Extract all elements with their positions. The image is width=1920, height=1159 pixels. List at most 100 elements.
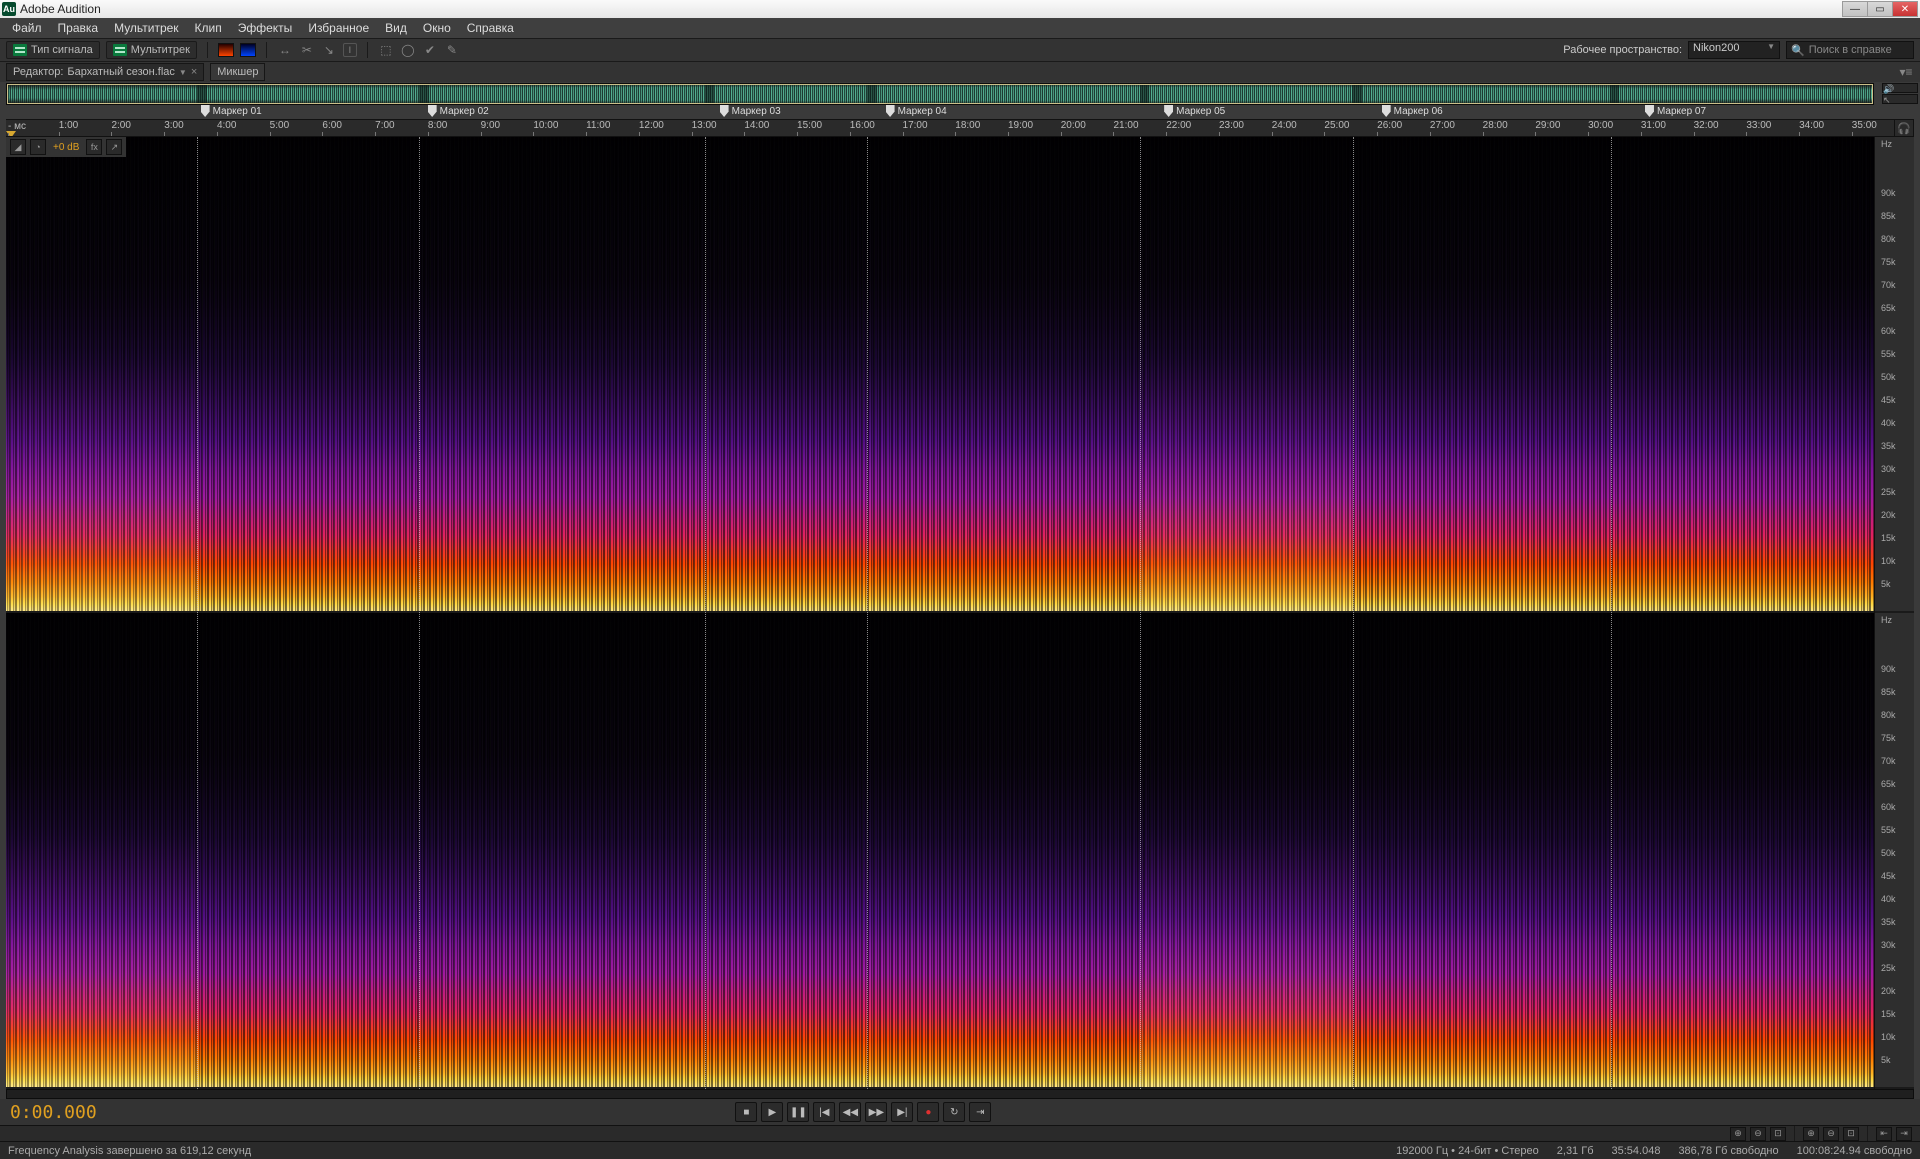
move-tool-icon[interactable]: ↔ — [277, 42, 293, 58]
lasso-selection-tool-icon[interactable]: ◯ — [400, 42, 416, 58]
spot-healing-brush-tool-icon[interactable]: ✎ — [444, 42, 460, 58]
menu-help[interactable]: Справка — [459, 19, 522, 37]
app-icon: Au — [2, 2, 16, 16]
menu-view[interactable]: Вид — [377, 19, 415, 37]
loop-button[interactable]: ↻ — [943, 1102, 965, 1122]
marker-icon — [720, 105, 729, 117]
time-tick: 22:00 — [1166, 120, 1191, 131]
overview-side-buttons: 🔊 ↖ — [1880, 82, 1920, 105]
mixer-tab-label: Микшер — [217, 66, 258, 78]
fast-forward-button[interactable]: ▶▶ — [865, 1102, 887, 1122]
spectrogram-channel-right[interactable] — [6, 613, 1874, 1089]
view-multitrack-button[interactable]: Мультитрек — [106, 41, 197, 59]
time-tick: 23:00 — [1219, 120, 1244, 131]
marker[interactable]: Маркер 01 — [201, 105, 262, 117]
spectral-frequency-display-button[interactable] — [218, 43, 234, 57]
volume-readout[interactable]: +0 dB — [50, 142, 82, 153]
amplitude-stats-button[interactable]: ◢ — [10, 139, 26, 155]
time-tick: 33:00 — [1746, 120, 1771, 131]
panel-menu-icon[interactable]: ▾≡ — [1898, 64, 1914, 80]
marker[interactable]: Маркер 04 — [886, 105, 947, 117]
time-tick: 12:00 — [639, 120, 664, 131]
timecode-display[interactable]: 0:00.000 — [0, 1102, 107, 1123]
time-tick: 27:00 — [1430, 120, 1455, 131]
time-tick: 11:00 — [586, 120, 610, 131]
fx-button[interactable]: fx — [86, 139, 102, 155]
channel-headphones-button[interactable]: 🎧 — [1894, 119, 1914, 137]
spectral-pitch-display-button[interactable] — [240, 43, 256, 57]
marker[interactable]: Маркер 02 — [428, 105, 489, 117]
time-ruler[interactable]: - мс 1:002:003:004:005:006:007:008:009:0… — [6, 119, 1894, 137]
pause-button[interactable]: ❚❚ — [787, 1102, 809, 1122]
time-tick: 3:00 — [164, 120, 183, 131]
overview-pointer-icon[interactable]: ↖ — [1882, 94, 1918, 104]
toolbar: Тип сигнала Мультитрек ↔ ✂ ↘ I ⬚ ◯ ✔ ✎ Р… — [0, 38, 1920, 62]
zoom-in-time-button[interactable]: ⊕ — [1730, 1127, 1746, 1141]
frequency-tick-label: 55k — [1875, 349, 1914, 359]
stop-button[interactable]: ■ — [735, 1102, 757, 1122]
mixer-tab[interactable]: Микшер — [210, 63, 265, 81]
zoom-to-selection-in-button[interactable]: ⇤ — [1876, 1127, 1892, 1141]
marker[interactable]: Маркер 06 — [1382, 105, 1443, 117]
menu-favorites[interactable]: Избранное — [300, 19, 377, 37]
spectrogram-channel-left[interactable] — [6, 137, 1874, 613]
marker-line — [705, 137, 706, 1089]
frequency-tick-label: 90k — [1875, 188, 1914, 198]
marker-line — [419, 137, 420, 1089]
help-search-input[interactable]: 🔍 Поиск в справке — [1786, 41, 1914, 59]
tab-close-icon[interactable]: × — [191, 66, 197, 78]
go-to-start-button[interactable]: |◀ — [813, 1102, 835, 1122]
go-to-end-button[interactable]: ▶| — [891, 1102, 913, 1122]
slip-tool-icon[interactable]: ↘ — [321, 42, 337, 58]
view-waveform-button[interactable]: Тип сигнала — [6, 41, 100, 59]
record-button[interactable]: ● — [917, 1102, 939, 1122]
menubar: Файл Правка Мультитрек Клип Эффекты Избр… — [0, 18, 1920, 38]
marker[interactable]: Маркер 07 — [1645, 105, 1706, 117]
menu-clip[interactable]: Клип — [187, 19, 230, 37]
overview-viewport-box[interactable] — [7, 84, 1873, 104]
marker-lane[interactable]: Маркер 01 Маркер 02 Маркер 03 Маркер 04 Марк… — [6, 105, 1914, 119]
zoom-in-amp-button[interactable]: ⊕ — [1803, 1127, 1819, 1141]
window-close-button[interactable]: ✕ — [1892, 1, 1918, 17]
pan-button[interactable]: ◔ — [30, 139, 46, 155]
overview-waveform[interactable] — [6, 83, 1874, 105]
spectrogram-dark-overlay — [6, 137, 1874, 611]
rewind-button[interactable]: ◀◀ — [839, 1102, 861, 1122]
zoom-out-time-button[interactable]: ⊖ — [1750, 1127, 1766, 1141]
time-tick: 15:00 — [797, 120, 822, 131]
overview-volume-icon[interactable]: 🔊 — [1882, 83, 1918, 93]
zoom-out-amp-button[interactable]: ⊖ — [1823, 1127, 1839, 1141]
time-selection-tool-icon[interactable]: I — [343, 43, 357, 57]
menu-file[interactable]: Файл — [4, 19, 50, 37]
zoom-to-selection-out-button[interactable]: ⇥ — [1896, 1127, 1912, 1141]
skip-selection-button[interactable]: ⇥ — [969, 1102, 991, 1122]
workspace-dropdown[interactable]: Nikon200 ▼ — [1688, 41, 1780, 59]
frequency-tick-label: 5k — [1875, 579, 1914, 589]
chevron-down-icon[interactable]: ▼ — [179, 68, 187, 77]
time-tick: 2:00 — [111, 120, 130, 131]
frequency-tick-label: 65k — [1875, 779, 1914, 789]
menu-effects[interactable]: Эффекты — [230, 19, 301, 37]
marquee-selection-tool-icon[interactable]: ⬚ — [378, 42, 394, 58]
zoom-reset-amp-button[interactable]: ⊡ — [1843, 1127, 1859, 1141]
brush-selection-tool-icon[interactable]: ✔ — [422, 42, 438, 58]
app-title: Adobe Audition — [20, 2, 101, 16]
channel-expand-button[interactable]: ↗ — [106, 139, 122, 155]
menu-multitrack[interactable]: Мультитрек — [106, 19, 186, 37]
transport-controls: ■ ▶ ❚❚ |◀ ◀◀ ▶▶ ▶| ● ↻ ⇥ — [735, 1102, 991, 1122]
status-message: Frequency Analysis завершено за 619,12 с… — [8, 1145, 251, 1157]
zoom-reset-time-button[interactable]: ⊡ — [1770, 1127, 1786, 1141]
horizontal-scrollbar[interactable] — [6, 1089, 1914, 1099]
window-minimize-button[interactable]: — — [1842, 1, 1868, 17]
frequency-ruler[interactable]: Hz90k85k80k75k70k65k60k55k50k45k40k35k30… — [1874, 137, 1914, 1089]
marker[interactable]: Маркер 03 — [720, 105, 781, 117]
spectrogram-channels[interactable] — [6, 137, 1874, 1089]
editor-tab[interactable]: Редактор: Бархатный сезон.flac ▼ × — [6, 63, 204, 81]
menu-edit[interactable]: Правка — [50, 19, 107, 37]
window-maximize-button[interactable]: ▭ — [1867, 1, 1893, 17]
play-button[interactable]: ▶ — [761, 1102, 783, 1122]
menu-window[interactable]: Окно — [415, 19, 459, 37]
status-time-free: 100:08:24.94 свободно — [1797, 1145, 1912, 1157]
razor-tool-icon[interactable]: ✂ — [299, 42, 315, 58]
marker[interactable]: Маркер 05 — [1164, 105, 1225, 117]
